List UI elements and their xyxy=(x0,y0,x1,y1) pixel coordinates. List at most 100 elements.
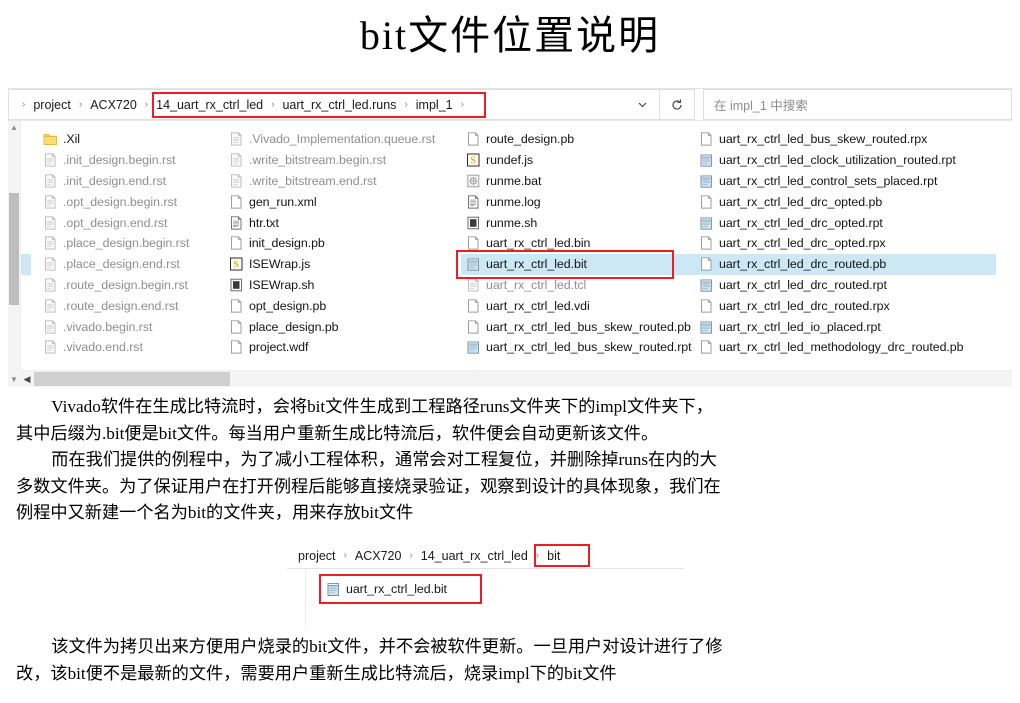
file-name: .write_bitstream.end.rst xyxy=(249,173,377,188)
list-item[interactable]: .place_design.begin.rst xyxy=(43,233,229,254)
list-item[interactable]: .write_bitstream.begin.rst xyxy=(229,150,451,171)
breadcrumb-item-impl-1[interactable]: impl_1 xyxy=(413,98,456,112)
list-item[interactable]: .opt_design.end.rst xyxy=(43,212,229,233)
file-name: .init_design.begin.rst xyxy=(63,153,176,168)
breadcrumb-item-uart-rx-ctrl-led-runs[interactable]: uart_rx_ctrl_led.runs xyxy=(279,98,399,112)
list-item[interactable]: S ISEWrap.js xyxy=(229,254,451,275)
rst-file-icon xyxy=(43,256,58,272)
svg-text:S: S xyxy=(470,156,476,167)
rst-file-icon xyxy=(43,194,58,210)
list-item[interactable]: uart_rx_ctrl_led_methodology_drc_routed.… xyxy=(699,337,999,358)
blank-file-icon xyxy=(229,339,244,355)
list-item[interactable]: .write_bitstream.end.rst xyxy=(229,171,451,192)
list-item[interactable]: uart_rx_ctrl_led.bin xyxy=(466,233,700,254)
list-item[interactable]: uart_rx_ctrl_led.vdi xyxy=(466,295,700,316)
vertical-scrollbar[interactable]: ▲ ▼ xyxy=(8,121,21,387)
file-name: opt_design.pb xyxy=(249,298,327,313)
file-name: .write_bitstream.begin.rst xyxy=(249,153,387,168)
list-item[interactable]: .opt_design.begin.rst xyxy=(43,191,229,212)
list-item[interactable]: place_design.pb xyxy=(229,316,451,337)
file-name: .place_design.begin.rst xyxy=(63,236,190,251)
list-item[interactable]: .init_design.begin.rst xyxy=(43,150,229,171)
chevron-right-icon: › xyxy=(144,99,149,110)
list-item[interactable]: .route_design.end.rst xyxy=(43,295,229,316)
scroll-up-icon[interactable]: ▲ xyxy=(10,124,18,132)
list-item[interactable]: uart_rx_ctrl_led_drc_opted.pb xyxy=(699,191,999,212)
list-item[interactable]: uart_rx_ctrl_led_io_placed.rpt xyxy=(699,316,999,337)
list-item[interactable]: runme.bat xyxy=(466,171,700,192)
blank-file-icon xyxy=(466,235,481,251)
rst-file-icon xyxy=(229,152,244,168)
list-item[interactable]: htr.txt xyxy=(229,212,451,233)
list-item[interactable]: init_design.pb xyxy=(229,233,451,254)
file-name: uart_rx_ctrl_led_drc_routed.pb xyxy=(719,257,887,272)
list-item[interactable]: ISEWrap.sh xyxy=(229,275,451,296)
file-explorer-window-secondary: project › ACX720 › 14_uart_rx_ctrl_led ›… xyxy=(287,543,684,628)
breadcrumb2-item-acx720[interactable]: ACX720 xyxy=(352,549,405,563)
breadcrumb-secondary[interactable]: project › ACX720 › 14_uart_rx_ctrl_led ›… xyxy=(287,543,684,569)
search-input[interactable]: 在 impl_1 中搜索 xyxy=(703,89,1012,120)
list-item[interactable]: .Xil xyxy=(43,129,229,150)
list-item[interactable]: uart_rx_ctrl_led_drc_routed.pb xyxy=(699,254,999,275)
file-name: .Vivado_Implementation.queue.rst xyxy=(249,132,436,147)
paragraph-3-line-2: 改，该bit便不是最新的文件，需要用户重新生成比特流后，烧录impl下的bit文… xyxy=(16,663,617,683)
list-item[interactable]: uart_rx_ctrl_led.bit xyxy=(466,254,700,275)
file-name: uart_rx_ctrl_led_io_placed.rpt xyxy=(719,319,881,334)
paragraph-2: 而在我们提供的例程中，为了减小工程体积，通常会对工程复位，并删除掉runs在内的… xyxy=(16,447,1010,527)
file-name: route_design.pb xyxy=(486,132,575,147)
address-history-dropdown-button[interactable] xyxy=(625,89,660,120)
list-item[interactable]: uart_rx_ctrl_led_control_sets_placed.rpt xyxy=(699,171,999,192)
rst-file-icon xyxy=(43,215,58,231)
file-name: uart_rx_ctrl_led_bus_skew_routed.pb xyxy=(486,319,691,334)
list-item[interactable]: .route_design.begin.rst xyxy=(43,275,229,296)
list-item[interactable]: uart_rx_ctrl_led_bus_skew_routed.rpx xyxy=(699,129,999,150)
list-item[interactable]: runme.log xyxy=(466,191,700,212)
breadcrumb[interactable]: › project › ACX720 › 14_uart_rx_ctrl_led… xyxy=(8,89,625,120)
blank-file-icon xyxy=(229,319,244,335)
chevron-right-icon: › xyxy=(409,550,413,561)
breadcrumb-leading-chevron: › xyxy=(22,99,26,110)
list-item[interactable]: uart_rx_ctrl_led.tcl xyxy=(466,275,700,296)
list-item[interactable]: runme.sh xyxy=(466,212,700,233)
blank-file-icon xyxy=(229,194,244,210)
scroll-left-icon[interactable]: ◀ xyxy=(20,371,34,387)
search-placeholder: 在 impl_1 中搜索 xyxy=(714,99,808,113)
breadcrumb-item-acx720[interactable]: ACX720 xyxy=(87,98,140,112)
scroll-down-icon[interactable]: ▼ xyxy=(10,376,18,384)
js-file-icon: S xyxy=(229,256,244,272)
breadcrumb2-item-14-uart-rx-ctrl-led[interactable]: 14_uart_rx_ctrl_led xyxy=(418,549,531,563)
list-item[interactable]: uart_rx_ctrl_led_drc_opted.rpx xyxy=(699,233,999,254)
list-item[interactable]: uart_rx_ctrl_led_drc_routed.rpx xyxy=(699,295,999,316)
list-item[interactable]: .vivado.begin.rst xyxy=(43,316,229,337)
list-item[interactable]: .place_design.end.rst xyxy=(43,254,229,275)
list-item[interactable]: uart_rx_ctrl_led_drc_opted.rpt xyxy=(699,212,999,233)
file-name: gen_run.xml xyxy=(249,194,317,209)
breadcrumb2-item-project[interactable]: project xyxy=(295,549,339,563)
paragraph-1-line-2: 其中后缀为.bit便是bit文件。每当用户重新生成比特流后，软件便会自动更新该文… xyxy=(16,423,659,443)
list-item[interactable]: .vivado.end.rst xyxy=(43,337,229,358)
list-item[interactable]: gen_run.xml xyxy=(229,191,451,212)
text-file-icon xyxy=(466,194,481,210)
list-item[interactable]: .init_design.end.rst xyxy=(43,171,229,192)
list-item[interactable]: uart_rx_ctrl_led_bus_skew_routed.rpt xyxy=(466,337,700,358)
list-item[interactable]: route_design.pb xyxy=(466,129,700,150)
breadcrumb-item-project[interactable]: project xyxy=(30,98,74,112)
list-item[interactable]: uart_rx_ctrl_led_drc_routed.rpt xyxy=(699,275,999,296)
horizontal-scrollbar[interactable]: ◀ xyxy=(20,370,1012,387)
breadcrumb-item-14-uart-rx-ctrl-led[interactable]: 14_uart_rx_ctrl_led xyxy=(153,98,266,112)
chevron-right-icon: › xyxy=(78,99,83,110)
list-item[interactable]: .Vivado_Implementation.queue.rst xyxy=(229,129,451,150)
svg-text:S: S xyxy=(233,260,239,271)
list-item[interactable]: project.wdf xyxy=(229,337,451,358)
file-name: uart_rx_ctrl_led_drc_opted.rpt xyxy=(719,215,883,230)
list-item[interactable]: uart_rx_ctrl_led_clock_utilization_route… xyxy=(699,150,999,171)
refresh-button[interactable] xyxy=(660,89,695,120)
list-item[interactable]: Srundef.js xyxy=(466,150,700,171)
horizontal-scrollbar-thumb[interactable] xyxy=(34,372,230,386)
file-name: uart_rx_ctrl_led.tcl xyxy=(486,277,587,292)
file-name: ISEWrap.js xyxy=(249,257,311,272)
list-item[interactable]: opt_design.pb xyxy=(229,295,451,316)
vertical-scrollbar-thumb[interactable] xyxy=(9,193,19,305)
chevron-right-icon: › xyxy=(460,99,464,110)
list-item[interactable]: uart_rx_ctrl_led_bus_skew_routed.pb xyxy=(466,316,700,337)
